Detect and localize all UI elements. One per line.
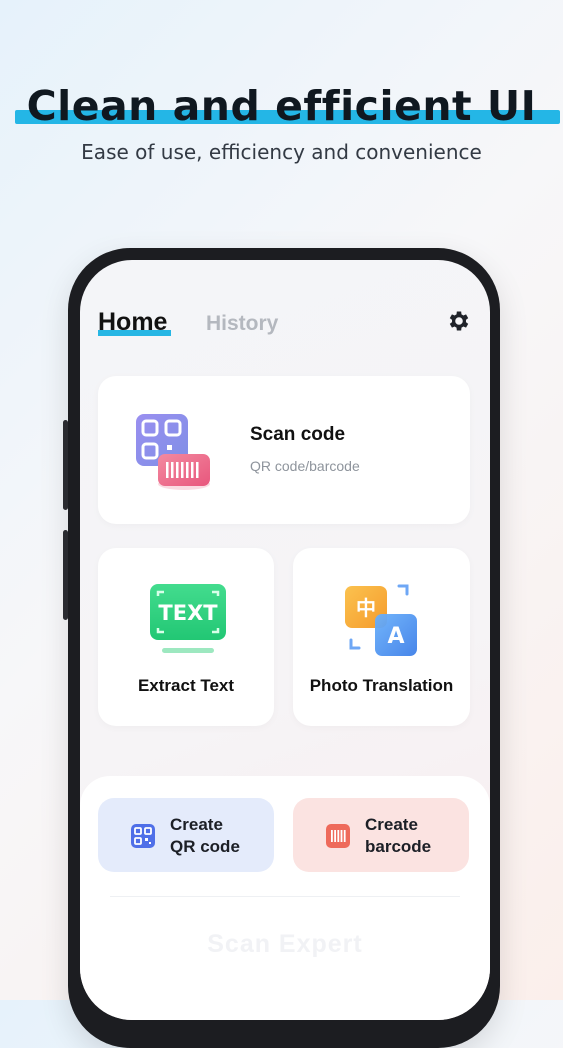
text-recognition-icon: TEXT bbox=[150, 584, 226, 653]
top-nav: Home History bbox=[98, 308, 472, 348]
scan-code-card[interactable]: Scan code QR code/barcode bbox=[98, 376, 470, 524]
promo-subtitle: Ease of use, efficiency and convenience bbox=[81, 140, 482, 164]
phone-side-button bbox=[63, 530, 68, 620]
create-barcode-button[interactable]: Create barcode bbox=[293, 798, 469, 872]
glyph-a: A bbox=[387, 624, 404, 649]
scan-code-subtitle: QR code/barcode bbox=[250, 458, 360, 474]
extract-text-card[interactable]: TEXT Extract Text bbox=[98, 548, 274, 726]
create-barcode-label: Create barcode bbox=[365, 815, 432, 856]
extract-text-label: Extract Text bbox=[137, 676, 235, 695]
qr-barcode-icon bbox=[136, 414, 210, 490]
bottom-panel: Create QR code Create barcode Scan Expert bbox=[80, 776, 490, 1020]
tab-home[interactable]: Home bbox=[98, 308, 172, 337]
brand-watermark: Scan Expert bbox=[207, 930, 363, 958]
photo-translation-label: Photo Translation bbox=[309, 676, 454, 695]
create-qr-code-button[interactable]: Create QR code bbox=[98, 798, 274, 872]
app-screen: Home History Scan code QR code/barcode T… bbox=[80, 260, 490, 1020]
promo-headline: Clean and efficient UI bbox=[14, 78, 561, 134]
create-qr-code-label: Create QR code bbox=[170, 815, 240, 856]
promo-headline-text: Clean and efficient UI bbox=[26, 82, 537, 130]
photo-translation-card[interactable]: 中 A Photo Translation bbox=[293, 548, 470, 726]
tab-history[interactable]: History bbox=[206, 312, 278, 336]
tab-home-label: Home bbox=[98, 308, 168, 336]
barcode-icon bbox=[326, 824, 350, 848]
promo-header: Clean and efficient UI bbox=[0, 78, 563, 134]
divider bbox=[110, 896, 460, 897]
translate-icon: 中 A bbox=[345, 584, 417, 656]
qr-code-icon bbox=[131, 824, 155, 848]
phone-side-button bbox=[63, 420, 68, 510]
text-icon-label: TEXT bbox=[158, 601, 218, 625]
gear-icon[interactable] bbox=[446, 308, 472, 334]
scan-code-title: Scan code bbox=[250, 424, 346, 445]
glyph-zh: 中 bbox=[356, 596, 376, 620]
